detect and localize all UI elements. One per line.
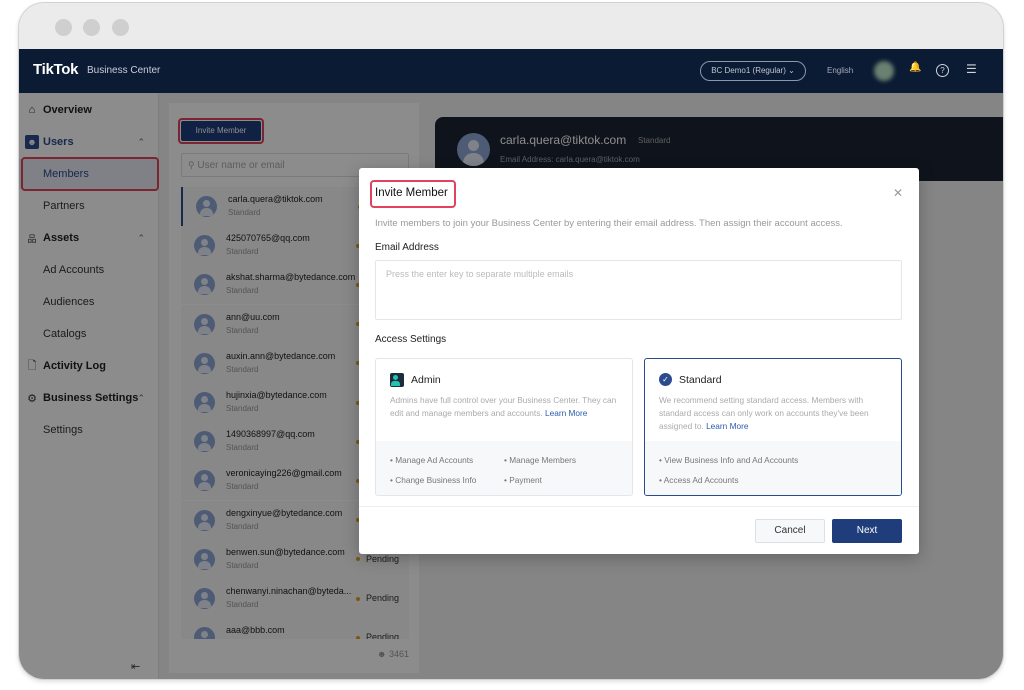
email-address-label: Email Address <box>375 242 439 253</box>
admin-access-card[interactable]: Admin Admins have full control over your… <box>375 358 633 496</box>
logo-subtitle: Business Center <box>87 65 161 76</box>
browser-window: TikTok Business Center BC Demo1 (Regular… <box>18 2 1004 680</box>
permission-item: • Access Ad Accounts <box>659 475 739 485</box>
window-maximize-button[interactable] <box>112 19 129 36</box>
permission-item: • Manage Ad Accounts <box>390 455 474 465</box>
invite-member-modal: Invite Member ✕ Invite members to join y… <box>359 168 919 554</box>
close-icon[interactable]: ✕ <box>893 186 903 200</box>
menu-icon[interactable]: ☰ <box>966 62 977 76</box>
next-button[interactable]: Next <box>832 519 902 543</box>
window-minimize-button[interactable] <box>83 19 100 36</box>
permission-item: • Payment <box>504 475 542 485</box>
bell-icon[interactable]: 🔔 <box>909 62 921 73</box>
admin-learn-more-link[interactable]: Learn More <box>545 408 587 418</box>
standard-permissions: • View Business Info and Ad Accounts • A… <box>645 441 901 495</box>
permission-item: • View Business Info and Ad Accounts <box>659 455 799 465</box>
modal-description: Invite members to join your Business Cen… <box>375 218 843 229</box>
access-settings-label: Access Settings <box>375 334 447 345</box>
help-icon[interactable]: ? <box>936 64 949 77</box>
standard-title: Standard <box>679 373 722 386</box>
top-navbar: TikTok Business Center BC Demo1 (Regular… <box>19 49 1003 93</box>
admin-permissions: • Manage Ad Accounts • Manage Members • … <box>376 441 632 495</box>
standard-access-card[interactable]: ✓ Standard We recommend setting standard… <box>644 358 902 496</box>
email-address-input[interactable]: Press the enter key to separate multiple… <box>375 260 902 320</box>
business-center-selector[interactable]: BC Demo1 (Regular) ⌄ <box>700 61 806 81</box>
admin-title: Admin <box>411 374 441 386</box>
standard-learn-more-link[interactable]: Learn More <box>706 421 748 431</box>
standard-description: We recommend setting standard access. Me… <box>659 394 891 433</box>
tiktok-logo[interactable]: TikTok <box>33 61 78 78</box>
window-close-button[interactable] <box>55 19 72 36</box>
language-selector[interactable]: English <box>827 66 853 75</box>
permission-item: • Change Business Info <box>390 475 477 485</box>
standard-description-text: We recommend setting standard access. Me… <box>659 395 869 431</box>
modal-title: Invite Member <box>375 187 448 199</box>
admin-icon <box>390 373 404 387</box>
permission-item: • Manage Members <box>504 455 577 465</box>
app: TikTok Business Center BC Demo1 (Regular… <box>19 49 1003 679</box>
admin-description: Admins have full control over your Busin… <box>390 394 622 420</box>
check-circle-icon: ✓ <box>659 373 672 386</box>
cancel-button[interactable]: Cancel <box>755 519 825 543</box>
window-titlebar <box>19 3 1003 49</box>
user-avatar[interactable] <box>874 61 894 81</box>
footer-divider <box>359 506 919 507</box>
